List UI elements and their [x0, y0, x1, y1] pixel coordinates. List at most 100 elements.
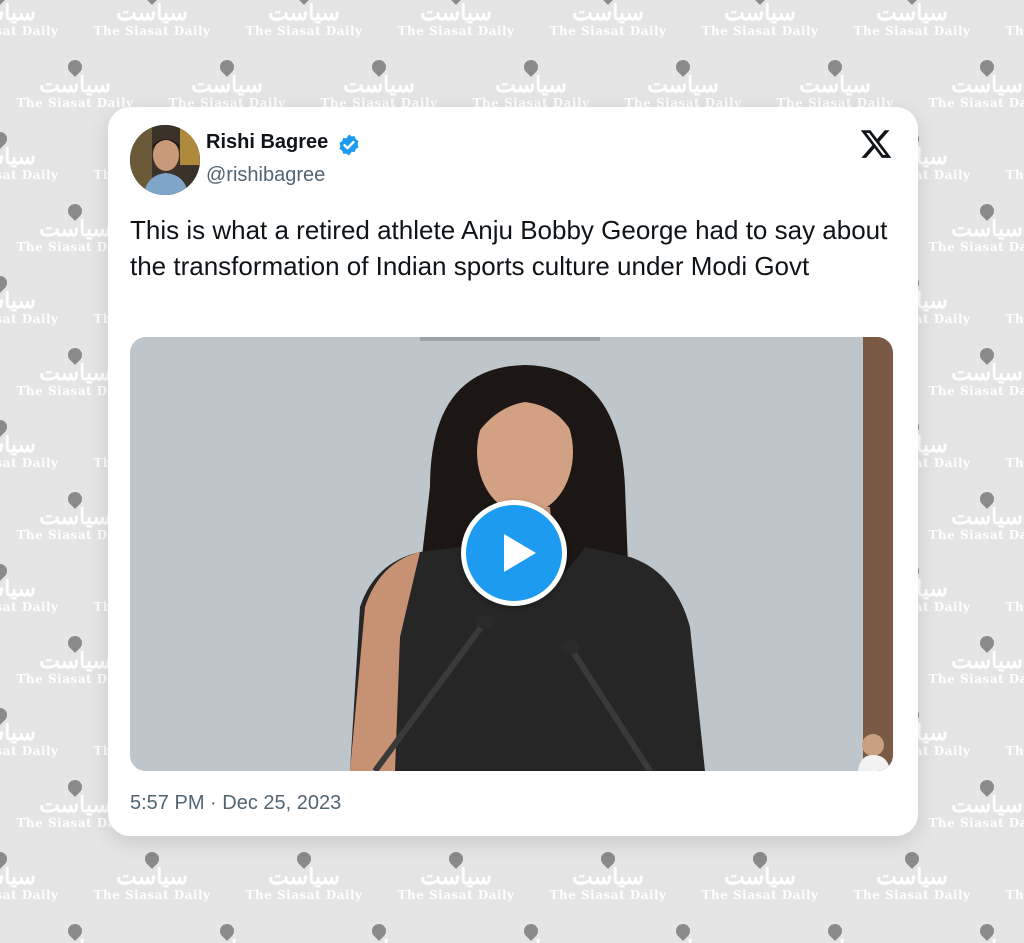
watermark-english-text: The Siasat Daily: [0, 888, 59, 902]
tweet-timestamp[interactable]: 5:57 PM · Dec 25, 2023: [130, 792, 341, 815]
watermark-tile: سیاستThe Siasat Daily: [927, 633, 1024, 696]
watermark-tile: سیاستThe Siasat Daily: [244, 849, 364, 912]
watermark-tile: سیاستThe Siasat Daily: [167, 921, 287, 943]
x-logo-icon[interactable]: [859, 127, 893, 161]
watermark-tile: سیاستThe Siasat Daily: [700, 0, 820, 48]
watermark-english-text: The Siasat Daily: [1005, 888, 1024, 902]
watermark-english-text: The Siasat Daily: [0, 600, 59, 614]
author-handle[interactable]: @rishibagree: [206, 164, 325, 187]
watermark-english-text: The Siasat Daily: [1005, 600, 1024, 614]
watermark-urdu-text: سیاست: [951, 72, 1023, 98]
watermark-tile: سیاستThe Siasat Daily: [623, 921, 743, 943]
video-thumbnail[interactable]: [130, 337, 893, 771]
watermark-urdu-text: سیاست: [191, 72, 263, 98]
watermark-english-text: The Siasat Daily: [0, 24, 59, 38]
watermark-urdu-text: سیاست: [0, 432, 36, 458]
watermark-english-text: The Siasat Daily: [1005, 168, 1024, 182]
watermark-english-text: The Siasat Daily: [245, 24, 363, 38]
watermark-urdu-text: سیاست: [951, 360, 1023, 386]
tweet-card[interactable]: Rishi Bagree @rishibagree This is what a…: [108, 107, 918, 836]
watermark-urdu-text: سیاست: [1004, 146, 1024, 168]
watermark-english-text: The Siasat Daily: [928, 96, 1024, 110]
author-name[interactable]: Rishi Bagree: [206, 131, 328, 154]
watermark-urdu-text: سیاست: [951, 216, 1023, 242]
watermark-english-text: The Siasat Daily: [0, 456, 59, 470]
watermark-english-text: The Siasat Daily: [93, 24, 211, 38]
watermark-urdu-text: سیاست: [1004, 434, 1024, 456]
watermark-urdu-text: سیاست: [799, 72, 871, 98]
watermark-english-text: The Siasat Daily: [701, 888, 819, 902]
watermark-urdu-text: سیاست: [1004, 290, 1024, 312]
watermark-urdu-text: سیاست: [1004, 722, 1024, 744]
watermark-urdu-text: سیاست: [420, 0, 492, 26]
watermark-urdu-text: سیاست: [1004, 2, 1024, 24]
watermark-english-text: The Siasat Daily: [397, 888, 515, 902]
watermark-english-text: The Siasat Daily: [245, 888, 363, 902]
watermark-tile: سیاستThe Siasat Daily: [92, 849, 212, 912]
watermark-tile: سیاستThe Siasat Daily: [927, 777, 1024, 840]
watermark-tile: سیاستThe Siasat Daily: [15, 921, 135, 943]
watermark-english-text: The Siasat Daily: [0, 744, 59, 758]
watermark-tile: سیاستThe Siasat Daily: [0, 129, 60, 192]
watermark-english-text: The Siasat Daily: [1005, 24, 1024, 38]
watermark-tile: سیاستThe Siasat Daily: [927, 921, 1024, 943]
watermark-tile: سیاستThe Siasat Daily: [1004, 420, 1024, 480]
watermark-urdu-text: سیاست: [39, 72, 111, 98]
watermark-tile: سیاستThe Siasat Daily: [319, 921, 439, 943]
watermark-english-text: The Siasat Daily: [93, 888, 211, 902]
watermark-urdu-text: سیاست: [1004, 578, 1024, 600]
watermark-english-text: The Siasat Daily: [0, 312, 59, 326]
watermark-tile: سیاستThe Siasat Daily: [0, 705, 60, 768]
watermark-tile: سیاستThe Siasat Daily: [396, 0, 516, 48]
watermark-tile: سیاستThe Siasat Daily: [927, 57, 1024, 120]
watermark-urdu-text: سیاست: [927, 938, 1024, 943]
watermark-tile: سیاستThe Siasat Daily: [1004, 852, 1024, 912]
watermark-english-text: The Siasat Daily: [853, 24, 971, 38]
verified-badge-icon: [339, 134, 359, 156]
watermark-urdu-text: سیاست: [0, 576, 36, 602]
watermark-urdu-text: سیاست: [268, 0, 340, 26]
watermark-tile: سیاستThe Siasat Daily: [1004, 564, 1024, 624]
watermark-english-text: The Siasat Daily: [701, 24, 819, 38]
watermark-urdu-text: سیاست: [343, 72, 415, 98]
watermark-tile: سیاستThe Siasat Daily: [0, 417, 60, 480]
play-button[interactable]: [461, 500, 567, 606]
watermark-urdu-text: سیاست: [0, 0, 36, 26]
watermark-urdu-text: سیاست: [0, 288, 36, 314]
watermark-english-text: The Siasat Daily: [549, 888, 667, 902]
watermark-tile: سیاستThe Siasat Daily: [1004, 276, 1024, 336]
watermark-tile: سیاستThe Siasat Daily: [1004, 132, 1024, 192]
watermark-urdu-text: سیاست: [647, 72, 719, 98]
watermark-english-text: The Siasat Daily: [397, 24, 515, 38]
watermark-tile: سیاستThe Siasat Daily: [1004, 0, 1024, 48]
watermark-english-text: The Siasat Daily: [1005, 456, 1024, 470]
watermark-tile: سیاستThe Siasat Daily: [852, 0, 972, 48]
avatar[interactable]: [130, 125, 200, 195]
watermark-tile: سیاستThe Siasat Daily: [244, 0, 364, 48]
watermark-tile: سیاستThe Siasat Daily: [775, 921, 895, 943]
watermark-english-text: The Siasat Daily: [0, 168, 59, 182]
watermark-tile: سیاستThe Siasat Daily: [0, 561, 60, 624]
watermark-english-text: The Siasat Daily: [928, 240, 1024, 254]
watermark-english-text: The Siasat Daily: [928, 672, 1024, 686]
watermark-tile: سیاستThe Siasat Daily: [0, 273, 60, 336]
watermark-tile: سیاستThe Siasat Daily: [548, 0, 668, 48]
watermark-english-text: The Siasat Daily: [928, 816, 1024, 830]
watermark-english-text: The Siasat Daily: [853, 888, 971, 902]
watermark-english-text: The Siasat Daily: [928, 384, 1024, 398]
watermark-urdu-text: سیاست: [572, 864, 644, 890]
watermark-tile: سیاستThe Siasat Daily: [548, 849, 668, 912]
watermark-urdu-text: سیاست: [0, 720, 36, 746]
watermark-urdu-text: سیاست: [951, 648, 1023, 674]
watermark-tile: سیاستThe Siasat Daily: [927, 345, 1024, 408]
watermark-tile: سیاستThe Siasat Daily: [396, 849, 516, 912]
watermark-tile: سیاستThe Siasat Daily: [700, 849, 820, 912]
watermark-english-text: The Siasat Daily: [1005, 744, 1024, 758]
watermark-urdu-text: سیاست: [572, 0, 644, 26]
watermark-tile: سیاستThe Siasat Daily: [927, 201, 1024, 264]
watermark-tile: سیاستThe Siasat Daily: [0, 849, 60, 912]
watermark-urdu-text: سیاست: [0, 144, 36, 170]
watermark-urdu-text: سیاست: [951, 504, 1023, 530]
watermark-english-text: The Siasat Daily: [16, 96, 134, 110]
watermark-urdu-text: سیاست: [495, 72, 567, 98]
